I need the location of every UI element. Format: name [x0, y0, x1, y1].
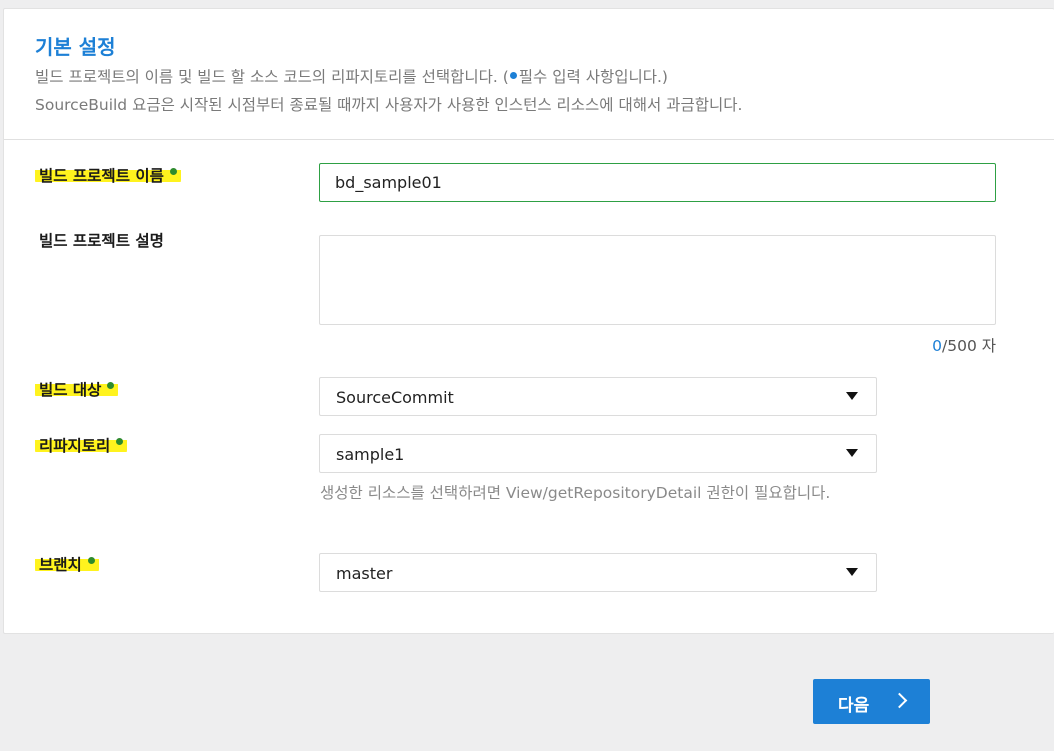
card-header: 기본 설정 빌드 프로젝트의 이름 및 빌드 할 소스 코드의 리파지토리를 선… [4, 9, 1054, 140]
required-dot-icon [107, 382, 115, 389]
basic-settings-card: 기본 설정 빌드 프로젝트의 이름 및 빌드 할 소스 코드의 리파지토리를 선… [3, 8, 1054, 634]
description-text: 필수 입력 사항입니다.) [518, 68, 668, 86]
required-dot-icon [116, 438, 124, 445]
char-count-value: 0 [932, 337, 942, 355]
caret-down-icon [846, 449, 858, 457]
project-desc-textarea[interactable] [319, 235, 996, 325]
project-name-input[interactable] [319, 163, 996, 202]
select-value: master [336, 564, 393, 583]
description-text: 빌드 프로젝트의 이름 및 빌드 할 소스 코드의 리파지토리를 선택합니다. … [35, 68, 509, 86]
label-text: 빌드 프로젝트 이름 [39, 167, 164, 185]
chevron-right-icon [891, 692, 908, 709]
required-dot-icon [87, 557, 95, 564]
repository-label: 리파지토리 [35, 434, 128, 456]
label-text: 리파지토리 [39, 437, 111, 455]
char-counter: 0/500 자 [932, 334, 996, 356]
caret-down-icon [846, 568, 858, 576]
branch-select[interactable]: master [319, 553, 877, 592]
required-dot-icon [169, 168, 177, 175]
repository-select[interactable]: sample1 [319, 434, 877, 473]
required-dot-icon [509, 72, 517, 79]
char-count-max: /500 자 [942, 337, 996, 355]
label-text: 빌드 대상 [39, 381, 102, 399]
project-name-label: 빌드 프로젝트 이름 [35, 164, 181, 186]
section-title: 기본 설정 [35, 35, 116, 59]
description-line-2: SourceBuild 요금은 시작된 시점부터 종료될 때까지 사용자가 사용… [35, 96, 743, 114]
repository-permission-hint: 생성한 리소스를 선택하려면 View/getRepositoryDetail … [320, 484, 831, 502]
description-line-1: 빌드 프로젝트의 이름 및 빌드 할 소스 코드의 리파지토리를 선택합니다. … [35, 65, 668, 87]
next-button[interactable]: 다음 [813, 679, 930, 724]
next-button-label: 다음 [838, 696, 870, 716]
project-desc-label: 빌드 프로젝트 설명 [39, 232, 164, 250]
build-target-select[interactable]: SourceCommit [319, 377, 877, 416]
build-target-label: 빌드 대상 [35, 378, 119, 400]
select-value: SourceCommit [336, 388, 454, 407]
select-value: sample1 [336, 445, 405, 464]
caret-down-icon [846, 392, 858, 400]
label-text: 브랜치 [39, 556, 82, 574]
branch-label: 브랜치 [35, 553, 99, 575]
